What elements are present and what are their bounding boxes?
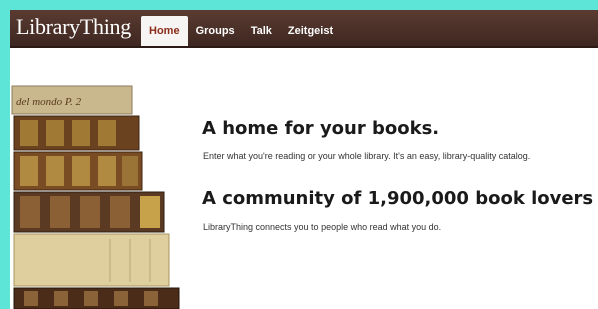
- tab-groups[interactable]: Groups: [188, 16, 243, 46]
- community-text: LibraryThing connects you to people who …: [203, 222, 442, 232]
- book-stack-image: del mondo P. 2: [11, 85, 180, 309]
- browser-viewport: LibraryThing Home Groups Talk Zeitgeist …: [10, 10, 598, 309]
- heading-home-for-books: A home for your books.: [202, 118, 440, 139]
- nav-tabs: Home Groups Talk Zeitgeist: [141, 16, 341, 46]
- book-spine-text: del mondo P. 2: [16, 96, 82, 108]
- top-navbar: LibraryThing Home Groups Talk Zeitgeist: [10, 10, 598, 48]
- librarything-logo[interactable]: LibraryThing: [16, 14, 131, 40]
- tab-talk[interactable]: Talk: [243, 16, 280, 46]
- heading-community: A community of 1,900,000 book lovers: [202, 188, 594, 209]
- tab-zeitgeist[interactable]: Zeitgeist: [280, 16, 341, 46]
- intro-text: Enter what you're reading or your whole …: [203, 151, 531, 161]
- tab-home[interactable]: Home: [141, 16, 188, 46]
